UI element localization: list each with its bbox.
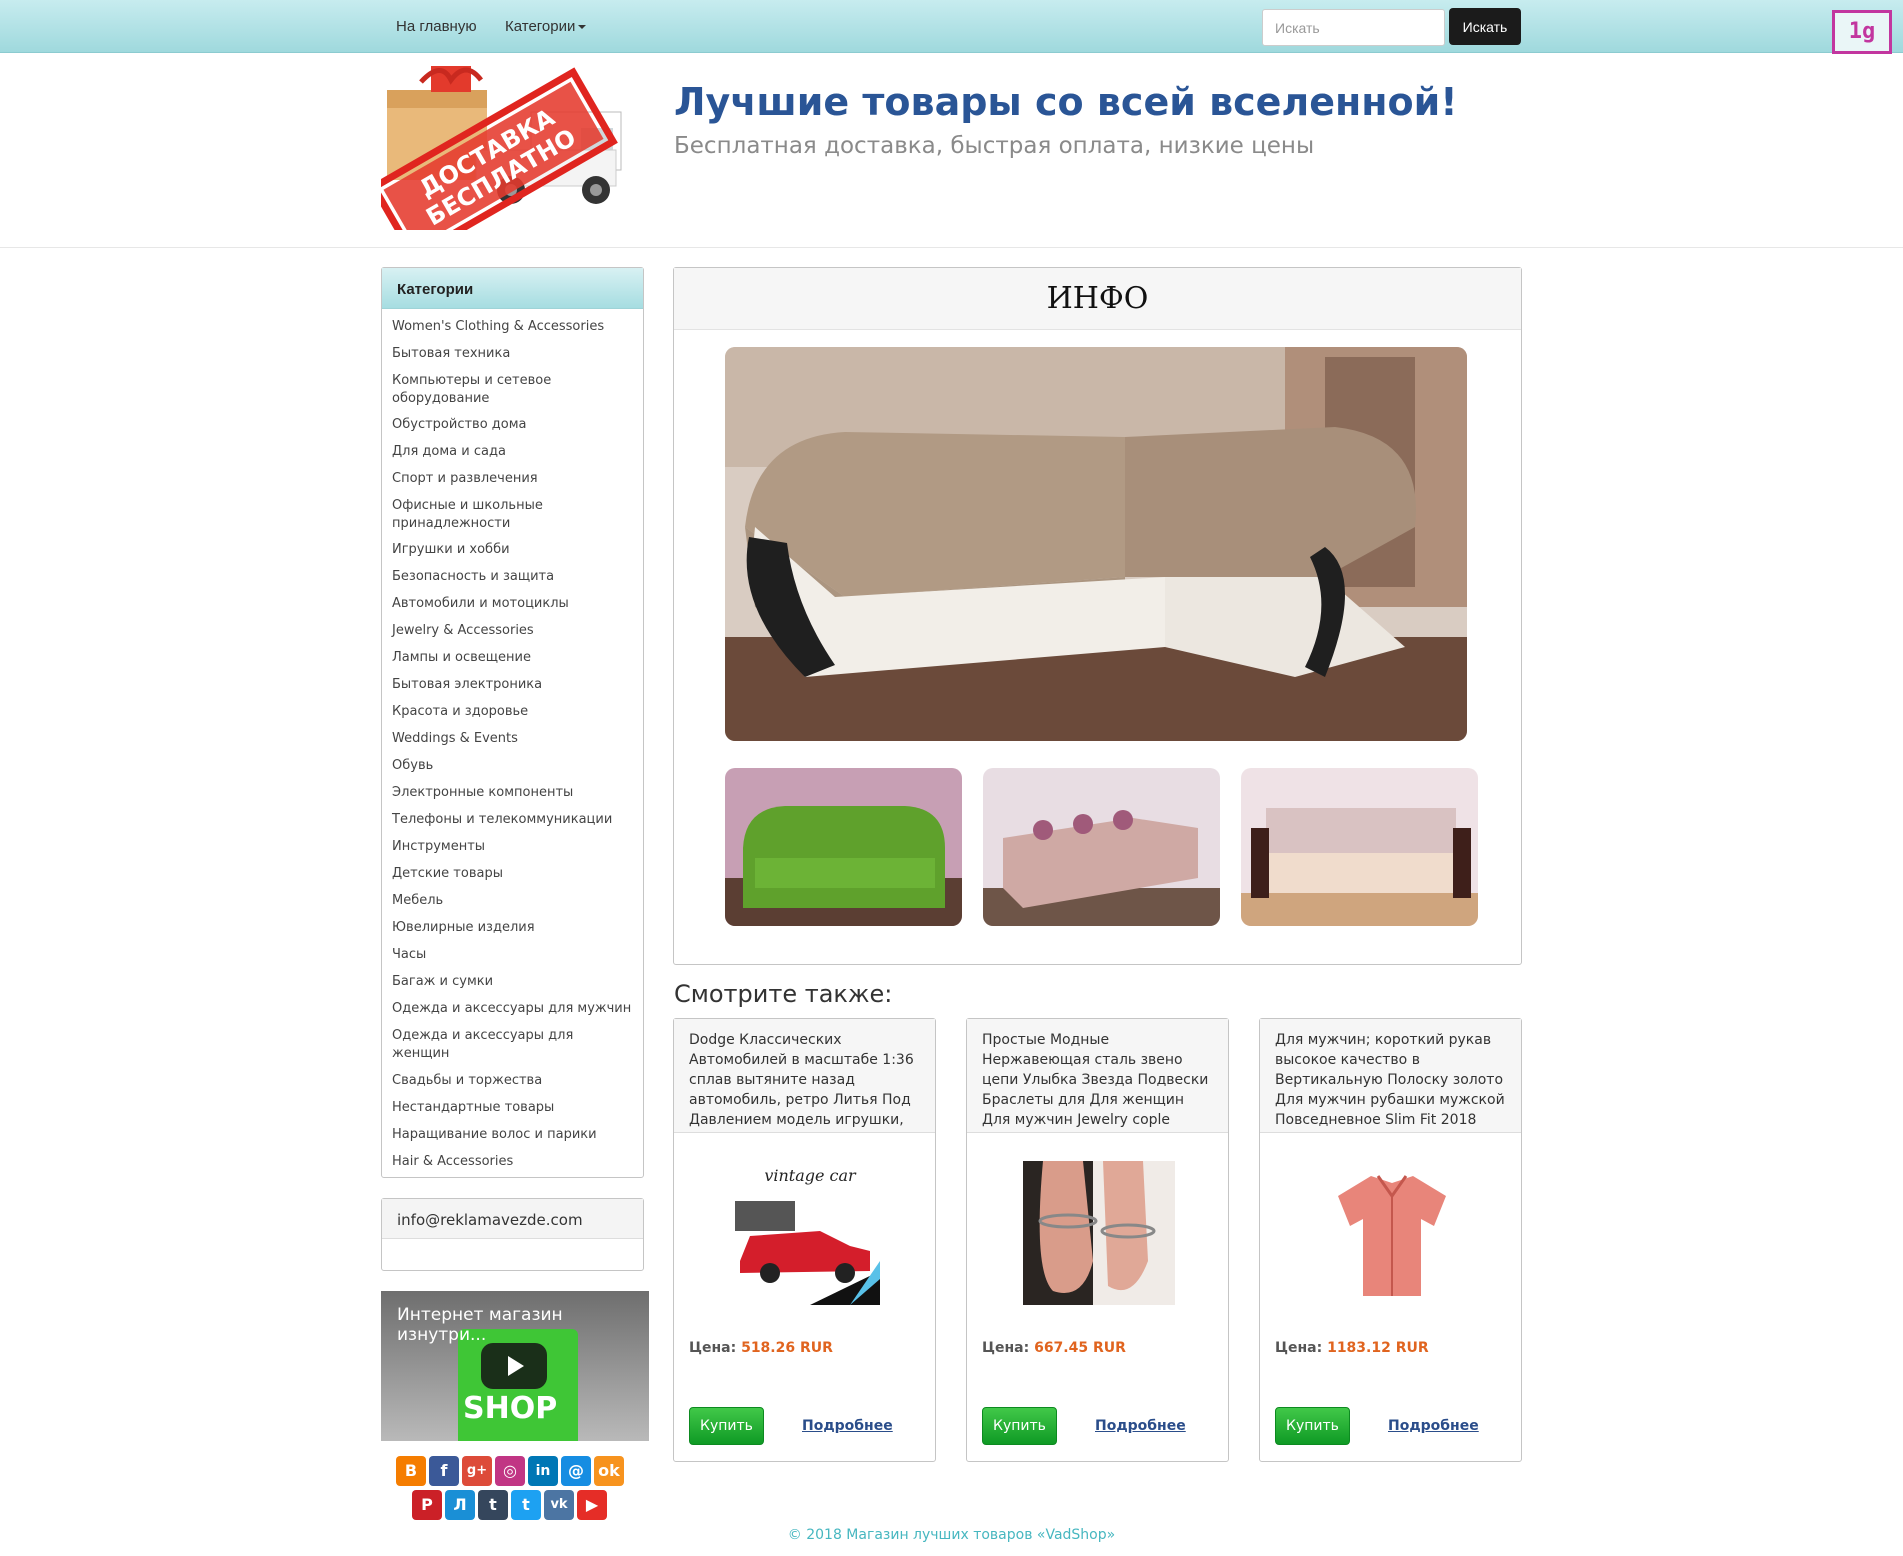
product-card: Простые Модные Нержавеющая сталь звено ц… — [966, 1018, 1229, 1462]
price-label: Цена: — [1275, 1340, 1323, 1356]
category-link[interactable]: Weddings & Events — [392, 727, 633, 754]
details-link[interactable]: Подробнее — [1095, 1418, 1186, 1434]
top-navbar: На главную Категории Искать 1g — [0, 0, 1903, 54]
instagram-icon[interactable]: ◎ — [495, 1456, 525, 1486]
nav-categories-label: Категории — [505, 18, 576, 35]
product-title[interactable]: Dodge Классических Автомобилей в масштаб… — [674, 1019, 935, 1133]
price-value: 518.26 RUR — [741, 1340, 833, 1356]
product-image-text: vintage car — [764, 1166, 857, 1185]
odnoklassniki-icon[interactable]: ok — [594, 1456, 624, 1486]
email-panel: info@reklamavezde.com — [381, 1198, 644, 1271]
price-label: Цена: — [689, 1340, 737, 1356]
buy-button[interactable]: Купить — [689, 1407, 764, 1445]
thumbnail-sofa-bed[interactable] — [1241, 768, 1478, 926]
googleplus-icon[interactable]: g+ — [462, 1456, 492, 1486]
product-title[interactable]: Простые Модные Нержавеющая сталь звено ц… — [967, 1019, 1228, 1133]
category-link[interactable]: Мебель — [392, 889, 633, 916]
product-image-car[interactable]: vintage car — [730, 1161, 882, 1305]
category-link[interactable]: Обустройство дома — [392, 413, 633, 440]
category-link[interactable]: Компьютеры и сетевое оборудование — [392, 369, 633, 413]
category-link[interactable]: Одежда и аксессуары для женщин — [392, 1024, 633, 1069]
category-link[interactable]: Телефоны и телекоммуникации — [392, 808, 633, 835]
category-link[interactable]: Электронные компоненты — [392, 781, 633, 808]
pinterest-icon[interactable]: P — [412, 1490, 442, 1520]
category-link[interactable]: Красота и здоровье — [392, 700, 633, 727]
category-link[interactable]: Детские товары — [392, 862, 633, 889]
livejournal-icon[interactable]: Л — [445, 1490, 475, 1520]
youtube-icon[interactable]: ▶ — [577, 1490, 607, 1520]
price-label: Цена: — [982, 1340, 1030, 1356]
price-value: 1183.12 RUR — [1327, 1340, 1429, 1356]
category-link[interactable]: Women's Clothing & Accessories — [392, 315, 633, 342]
category-link[interactable]: Ювелирные изделия — [392, 916, 633, 943]
thumbnail-green-sofa[interactable] — [725, 768, 962, 926]
categories-heading: Категории — [382, 268, 643, 309]
category-link[interactable]: Офисные и школьные принадлежности — [392, 494, 633, 538]
category-link[interactable]: Лампы и освещение — [392, 646, 633, 673]
category-link[interactable]: Безопасность и защита — [392, 565, 633, 592]
extension-badge[interactable]: 1g — [1832, 10, 1892, 54]
categories-list: Women's Clothing & Accessories Бытовая т… — [382, 309, 643, 1183]
footer-copyright[interactable]: © 2018 Магазин лучших товаров «VadShop» — [0, 1527, 1903, 1543]
caret-down-icon — [578, 25, 587, 30]
category-link[interactable]: Одежда и аксессуары для мужчин — [392, 997, 633, 1024]
contact-email[interactable]: info@reklamavezde.com — [382, 1199, 643, 1239]
linkedin-icon[interactable]: in — [528, 1456, 558, 1486]
category-link[interactable]: Jewelry & Accessories — [392, 619, 633, 646]
video-title[interactable]: Интернет магазин изнутри... — [397, 1305, 649, 1345]
play-icon[interactable] — [481, 1343, 547, 1389]
details-link[interactable]: Подробнее — [1388, 1418, 1479, 1434]
buy-button[interactable]: Купить — [1275, 1407, 1350, 1445]
free-delivery-logo[interactable]: ДОСТАВКА БЕСПЛАТНО — [369, 60, 645, 262]
category-link[interactable]: Обувь — [392, 754, 633, 781]
nav-home-link[interactable]: На главную — [396, 18, 477, 35]
category-link[interactable]: Багаж и сумки — [392, 970, 633, 997]
see-also-title: Смотрите также: — [674, 980, 893, 1008]
info-panel: ИНФО — [673, 267, 1522, 965]
search-input[interactable] — [1262, 9, 1445, 46]
buy-button[interactable]: Купить — [982, 1407, 1057, 1445]
product-card: Для мужчин; короткий рукав высокое качес… — [1259, 1018, 1522, 1462]
category-link[interactable]: Инструменты — [392, 835, 633, 862]
search-button[interactable]: Искать — [1449, 8, 1521, 45]
facebook-icon[interactable]: f — [429, 1456, 459, 1486]
category-link[interactable]: Бытовая электроника — [392, 673, 633, 700]
product-image-bracelet[interactable] — [1023, 1161, 1175, 1305]
product-price: Цена: 1183.12 RUR — [1275, 1340, 1429, 1356]
category-link[interactable]: Часы — [392, 943, 633, 970]
product-title[interactable]: Для мужчин; короткий рукав высокое качес… — [1260, 1019, 1521, 1133]
blogger-icon[interactable]: B — [396, 1456, 426, 1486]
details-link[interactable]: Подробнее — [802, 1418, 893, 1434]
categories-panel: Категории Women's Clothing & Accessories… — [381, 267, 644, 1178]
category-link[interactable]: Hair & Accessories — [392, 1150, 633, 1177]
video-embed[interactable]: SHOP Интернет магазин изнутри... — [381, 1291, 649, 1441]
product-card: Dodge Классических Автомобилей в масштаб… — [673, 1018, 936, 1462]
header-divider — [0, 247, 1903, 248]
video-brand-text: SHOP — [463, 1391, 558, 1426]
category-link[interactable]: Нестандартные товары — [392, 1096, 633, 1123]
product-image-shirt[interactable] — [1316, 1161, 1468, 1305]
tumblr-icon[interactable]: t — [478, 1490, 508, 1520]
category-link[interactable]: Свадьбы и торжества — [392, 1069, 633, 1096]
nav-categories-dropdown[interactable]: Категории — [505, 18, 587, 35]
category-link[interactable]: Наращивание волос и парики — [392, 1123, 633, 1150]
site-title: Лучшие товары со всей вселенной! — [674, 80, 1458, 124]
thumbnail-corner-sofa[interactable] — [983, 768, 1220, 926]
site-subtitle: Бесплатная доставка, быстрая оплата, низ… — [674, 133, 1315, 159]
product-price: Цена: 667.45 RUR — [982, 1340, 1126, 1356]
category-link[interactable]: Бытовая техника — [392, 342, 633, 369]
category-link[interactable]: Для дома и сада — [392, 440, 633, 467]
category-link[interactable]: Спорт и развлечения — [392, 467, 633, 494]
price-value: 667.45 RUR — [1034, 1340, 1126, 1356]
category-link[interactable]: Автомобили и мотоциклы — [392, 592, 633, 619]
moimir-icon[interactable]: @ — [561, 1456, 591, 1486]
vk-icon[interactable]: vk — [544, 1490, 574, 1520]
main-sofa-image[interactable] — [725, 347, 1467, 741]
product-price: Цена: 518.26 RUR — [689, 1340, 833, 1356]
info-title: ИНФО — [674, 268, 1521, 330]
twitter-icon[interactable]: t — [511, 1490, 541, 1520]
category-link[interactable]: Игрушки и хобби — [392, 538, 633, 565]
